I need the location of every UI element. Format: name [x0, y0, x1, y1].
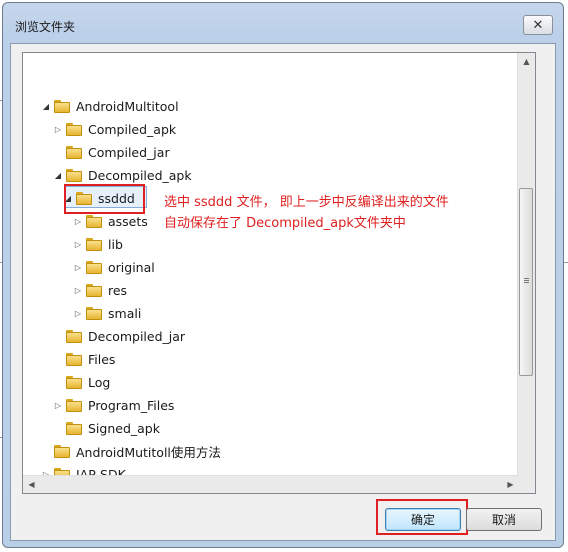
tree-item-program-files[interactable]: ▷ Program_Files	[53, 394, 175, 416]
expand-arrow-icon[interactable]: ▷	[73, 263, 83, 272]
tree-item-label: original	[108, 259, 155, 275]
folder-icon	[86, 283, 102, 297]
collapse-arrow-icon[interactable]: ◢	[41, 102, 51, 111]
scroll-up-icon[interactable]: ▲	[518, 53, 535, 70]
folder-icon	[66, 168, 82, 182]
horizontal-scrollbar[interactable]: ◀ ▶	[23, 475, 519, 493]
tree-item-files[interactable]: Files	[53, 348, 115, 370]
tree-item-label: Compiled_jar	[88, 144, 170, 160]
tree-item-decompiled-apk[interactable]: ◢ Decompiled_apk	[53, 164, 192, 186]
annotation-box-ssddd	[64, 184, 145, 214]
annotation-line-2: 自动保存在了 Decompiled_apk文件夹中	[164, 216, 406, 231]
tree-item-label: AndroidMultitool	[76, 98, 179, 114]
tree-item-smali[interactable]: ▷ smali	[73, 302, 141, 324]
cancel-button[interactable]: 取消	[466, 508, 542, 531]
tree-item-androidmultitool[interactable]: ◢ AndroidMultitool	[41, 95, 179, 117]
tree-item-log[interactable]: Log	[53, 371, 110, 393]
folder-icon	[66, 329, 82, 343]
expand-arrow-icon[interactable]: ▷	[73, 309, 83, 318]
tree-item-label: AndroidMutitoll使用方法	[76, 444, 221, 460]
tree-item-label: Files	[88, 351, 116, 367]
tree-item-decompiled-jar[interactable]: Decompiled_jar	[53, 325, 185, 347]
tree-item-label: Signed_apk	[88, 420, 160, 436]
folder-icon	[54, 444, 70, 458]
folder-icon	[54, 99, 70, 113]
expand-arrow-icon[interactable]: ▷	[73, 286, 83, 295]
folder-icon	[66, 398, 82, 412]
tree-item-label: Compiled_apk	[88, 121, 177, 137]
tree-item-lib[interactable]: ▷ lib	[73, 233, 123, 255]
close-icon: ✕	[532, 17, 544, 33]
folder-icon	[66, 421, 82, 435]
folder-icon	[66, 352, 82, 366]
folder-icon	[66, 375, 82, 389]
tree-item-label: res	[108, 282, 128, 298]
close-button[interactable]: ✕	[523, 15, 553, 35]
expand-arrow-icon[interactable]: ▷	[53, 125, 63, 134]
tree-item-original[interactable]: ▷ original	[73, 256, 155, 278]
tree-item-compiled-apk[interactable]: ▷ Compiled_apk	[53, 118, 176, 140]
expand-arrow-icon[interactable]: ▷	[73, 240, 83, 249]
tree-item-label: Program_Files	[88, 397, 175, 413]
folder-icon	[86, 306, 102, 320]
tree-item-label: Decompiled_jar	[88, 328, 186, 344]
folder-tree[interactable]: ◢ AndroidMultitool ▷ Compiled_apk Compiled_j…	[22, 52, 536, 494]
title-bar[interactable]: 浏览文件夹 ✕	[3, 3, 563, 43]
tree-item-label: Decompiled_apk	[88, 167, 192, 183]
folder-icon	[66, 122, 82, 136]
folder-icon	[86, 214, 102, 228]
ok-button[interactable]: 确定	[385, 508, 461, 531]
scroll-thumb[interactable]	[519, 188, 533, 376]
tree-item-signed-apk[interactable]: Signed_apk	[53, 417, 160, 439]
tree-item-res[interactable]: ▷ res	[73, 279, 127, 301]
folder-icon	[66, 145, 82, 159]
folder-icon	[86, 237, 102, 251]
vertical-scrollbar[interactable]: ▲ ▼	[517, 53, 535, 493]
collapse-arrow-icon[interactable]: ◢	[53, 171, 63, 180]
folder-icon	[86, 260, 102, 274]
scroll-left-icon[interactable]: ◀	[23, 476, 40, 493]
annotation-text: 选中 ssddd 文件， 即上一步中反编译出来的文件 自动保存在了 Decomp…	[164, 192, 449, 234]
tree-item-label: smali	[108, 305, 142, 321]
expand-arrow-icon[interactable]: ▷	[73, 217, 83, 226]
tree-item-androidmutitoll[interactable]: AndroidMutitoll使用方法	[41, 440, 221, 462]
tree-item-label: Log	[88, 374, 111, 390]
scroll-right-icon[interactable]: ▶	[502, 476, 519, 493]
tree-item-compiled-jar[interactable]: Compiled_jar	[53, 141, 170, 163]
scrollbar-corner	[518, 476, 535, 493]
tree-item-label: assets	[108, 213, 148, 229]
tree-item-label: lib	[108, 236, 123, 252]
annotation-line-1: 选中 ssddd 文件， 即上一步中反编译出来的文件	[164, 195, 449, 210]
expand-arrow-icon[interactable]: ▷	[53, 401, 63, 410]
dialog-title: 浏览文件夹	[15, 20, 76, 34]
